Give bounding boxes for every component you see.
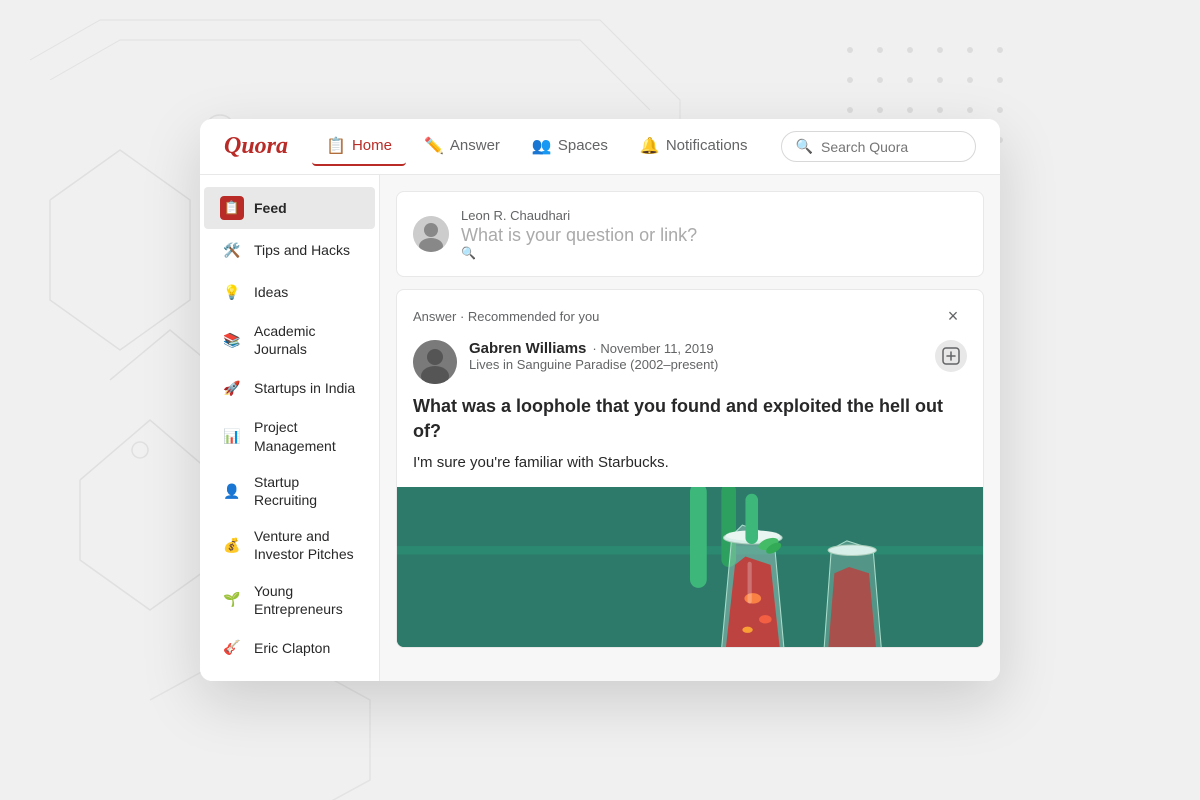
author-name: Gabren Williams	[469, 340, 586, 357]
tips-icon: 🛠️	[220, 238, 244, 262]
quora-logo: Quora	[224, 133, 288, 160]
top-nav: Quora 📋 Home ✏️ Answer 👥 Spaces 🔔 Notifi…	[200, 119, 1000, 175]
sidebar-label-tips: Tips and Hacks	[254, 241, 350, 259]
answer-icon: ✏️	[424, 136, 444, 156]
venture-icon: 💰	[220, 533, 244, 557]
home-icon: 📋	[326, 136, 346, 156]
sidebar-label-startups: Startups in India	[254, 379, 355, 397]
sidebar-label-eric: Eric Clapton	[254, 639, 330, 657]
eric-icon: 🎸	[220, 636, 244, 660]
notifications-icon: 🔔	[640, 136, 660, 156]
ask-placeholder: What is your question or link?	[461, 225, 967, 246]
sidebar-item-academic-journals[interactable]: 📚 Academic Journals	[204, 313, 375, 367]
sidebar-label-ideas: Ideas	[254, 283, 288, 301]
answer-text: I'm sure you're familiar with Starbucks.	[397, 452, 983, 487]
author-avatar	[413, 340, 457, 384]
nav-tab-spaces[interactable]: 👥 Spaces	[518, 128, 622, 166]
answer-card-header: Answer · Recommended for you ×	[397, 290, 983, 330]
main-feed: Leon R. Chaudhari What is your question …	[380, 175, 1000, 681]
nav-tab-home-label: Home	[352, 137, 392, 154]
author-date: · November 11, 2019	[592, 341, 713, 356]
sidebar-item-ideas[interactable]: 💡 Ideas	[204, 271, 375, 313]
spaces-icon: 👥	[532, 136, 552, 156]
sidebar-item-feed[interactable]: 📋 Feed	[204, 187, 375, 229]
nav-tabs: 📋 Home ✏️ Answer 👥 Spaces 🔔 Notification…	[312, 128, 773, 166]
ask-user-name: Leon R. Chaudhari	[461, 208, 967, 223]
sidebar-item-startups-india[interactable]: 🚀 Startups in India	[204, 367, 375, 409]
feed-icon: 📋	[220, 196, 244, 220]
answer-recommended-label: Answer · Recommended for you	[413, 309, 599, 324]
sidebar-label-young: Young Entrepreneurs	[254, 582, 359, 618]
sidebar: 📋 Feed 🛠️ Tips and Hacks 💡 Ideas 📚 Acade…	[200, 175, 380, 681]
search-input[interactable]	[821, 139, 961, 155]
academic-icon: 📚	[220, 328, 244, 352]
sidebar-item-eric-clapton[interactable]: 🎸 Eric Clapton	[204, 627, 375, 669]
recruiting-icon: 👤	[220, 479, 244, 503]
sidebar-item-tips-and-hacks[interactable]: 🛠️ Tips and Hacks	[204, 229, 375, 271]
sidebar-label-project: Project Management	[254, 418, 359, 454]
sidebar-label-feed: Feed	[254, 199, 287, 217]
sidebar-item-project-management[interactable]: 📊 Project Management	[204, 409, 375, 463]
ask-question-box[interactable]: Leon R. Chaudhari What is your question …	[396, 191, 984, 277]
author-row: Gabren Williams · November 11, 2019 Live…	[397, 330, 983, 394]
browser-window: Quora 📋 Home ✏️ Answer 👥 Spaces 🔔 Notifi…	[200, 119, 1000, 681]
search-box[interactable]: 🔍	[781, 131, 976, 162]
author-location: Lives in Sanguine Paradise (2002–present…	[469, 357, 923, 372]
nav-tab-notifications[interactable]: 🔔 Notifications	[626, 128, 762, 166]
author-info: Gabren Williams · November 11, 2019 Live…	[469, 340, 923, 372]
startups-icon: 🚀	[220, 376, 244, 400]
answer-image	[397, 487, 983, 647]
nav-tab-notifications-label: Notifications	[666, 137, 748, 154]
sidebar-item-venture-pitches[interactable]: 💰 Venture and Investor Pitches	[204, 518, 375, 572]
sidebar-label-academic: Academic Journals	[254, 322, 359, 358]
project-icon: 📊	[220, 425, 244, 449]
nav-tab-answer-label: Answer	[450, 137, 500, 154]
follow-button[interactable]	[935, 340, 967, 372]
sidebar-label-recruiting: Startup Recruiting	[254, 473, 359, 509]
answer-card: Answer · Recommended for you ×	[396, 289, 984, 648]
content-area: 📋 Feed 🛠️ Tips and Hacks 💡 Ideas 📚 Acade…	[200, 175, 1000, 681]
nav-tab-home[interactable]: 📋 Home	[312, 128, 406, 166]
search-icon: 🔍	[796, 138, 813, 155]
nav-tab-answer[interactable]: ✏️ Answer	[410, 128, 514, 166]
user-avatar	[413, 216, 449, 252]
nav-tab-spaces-label: Spaces	[558, 137, 608, 154]
sidebar-item-young-entrepreneurs[interactable]: 🌱 Young Entrepreneurs	[204, 573, 375, 627]
young-icon: 🌱	[220, 588, 244, 612]
sidebar-item-startup-recruiting[interactable]: 👤 Startup Recruiting	[204, 464, 375, 518]
question-title: What was a loophole that you found and e…	[397, 394, 983, 452]
ask-search-icon: 🔍	[461, 246, 967, 260]
close-button[interactable]: ×	[939, 302, 967, 330]
sidebar-label-venture: Venture and Investor Pitches	[254, 527, 359, 563]
ideas-icon: 💡	[220, 280, 244, 304]
